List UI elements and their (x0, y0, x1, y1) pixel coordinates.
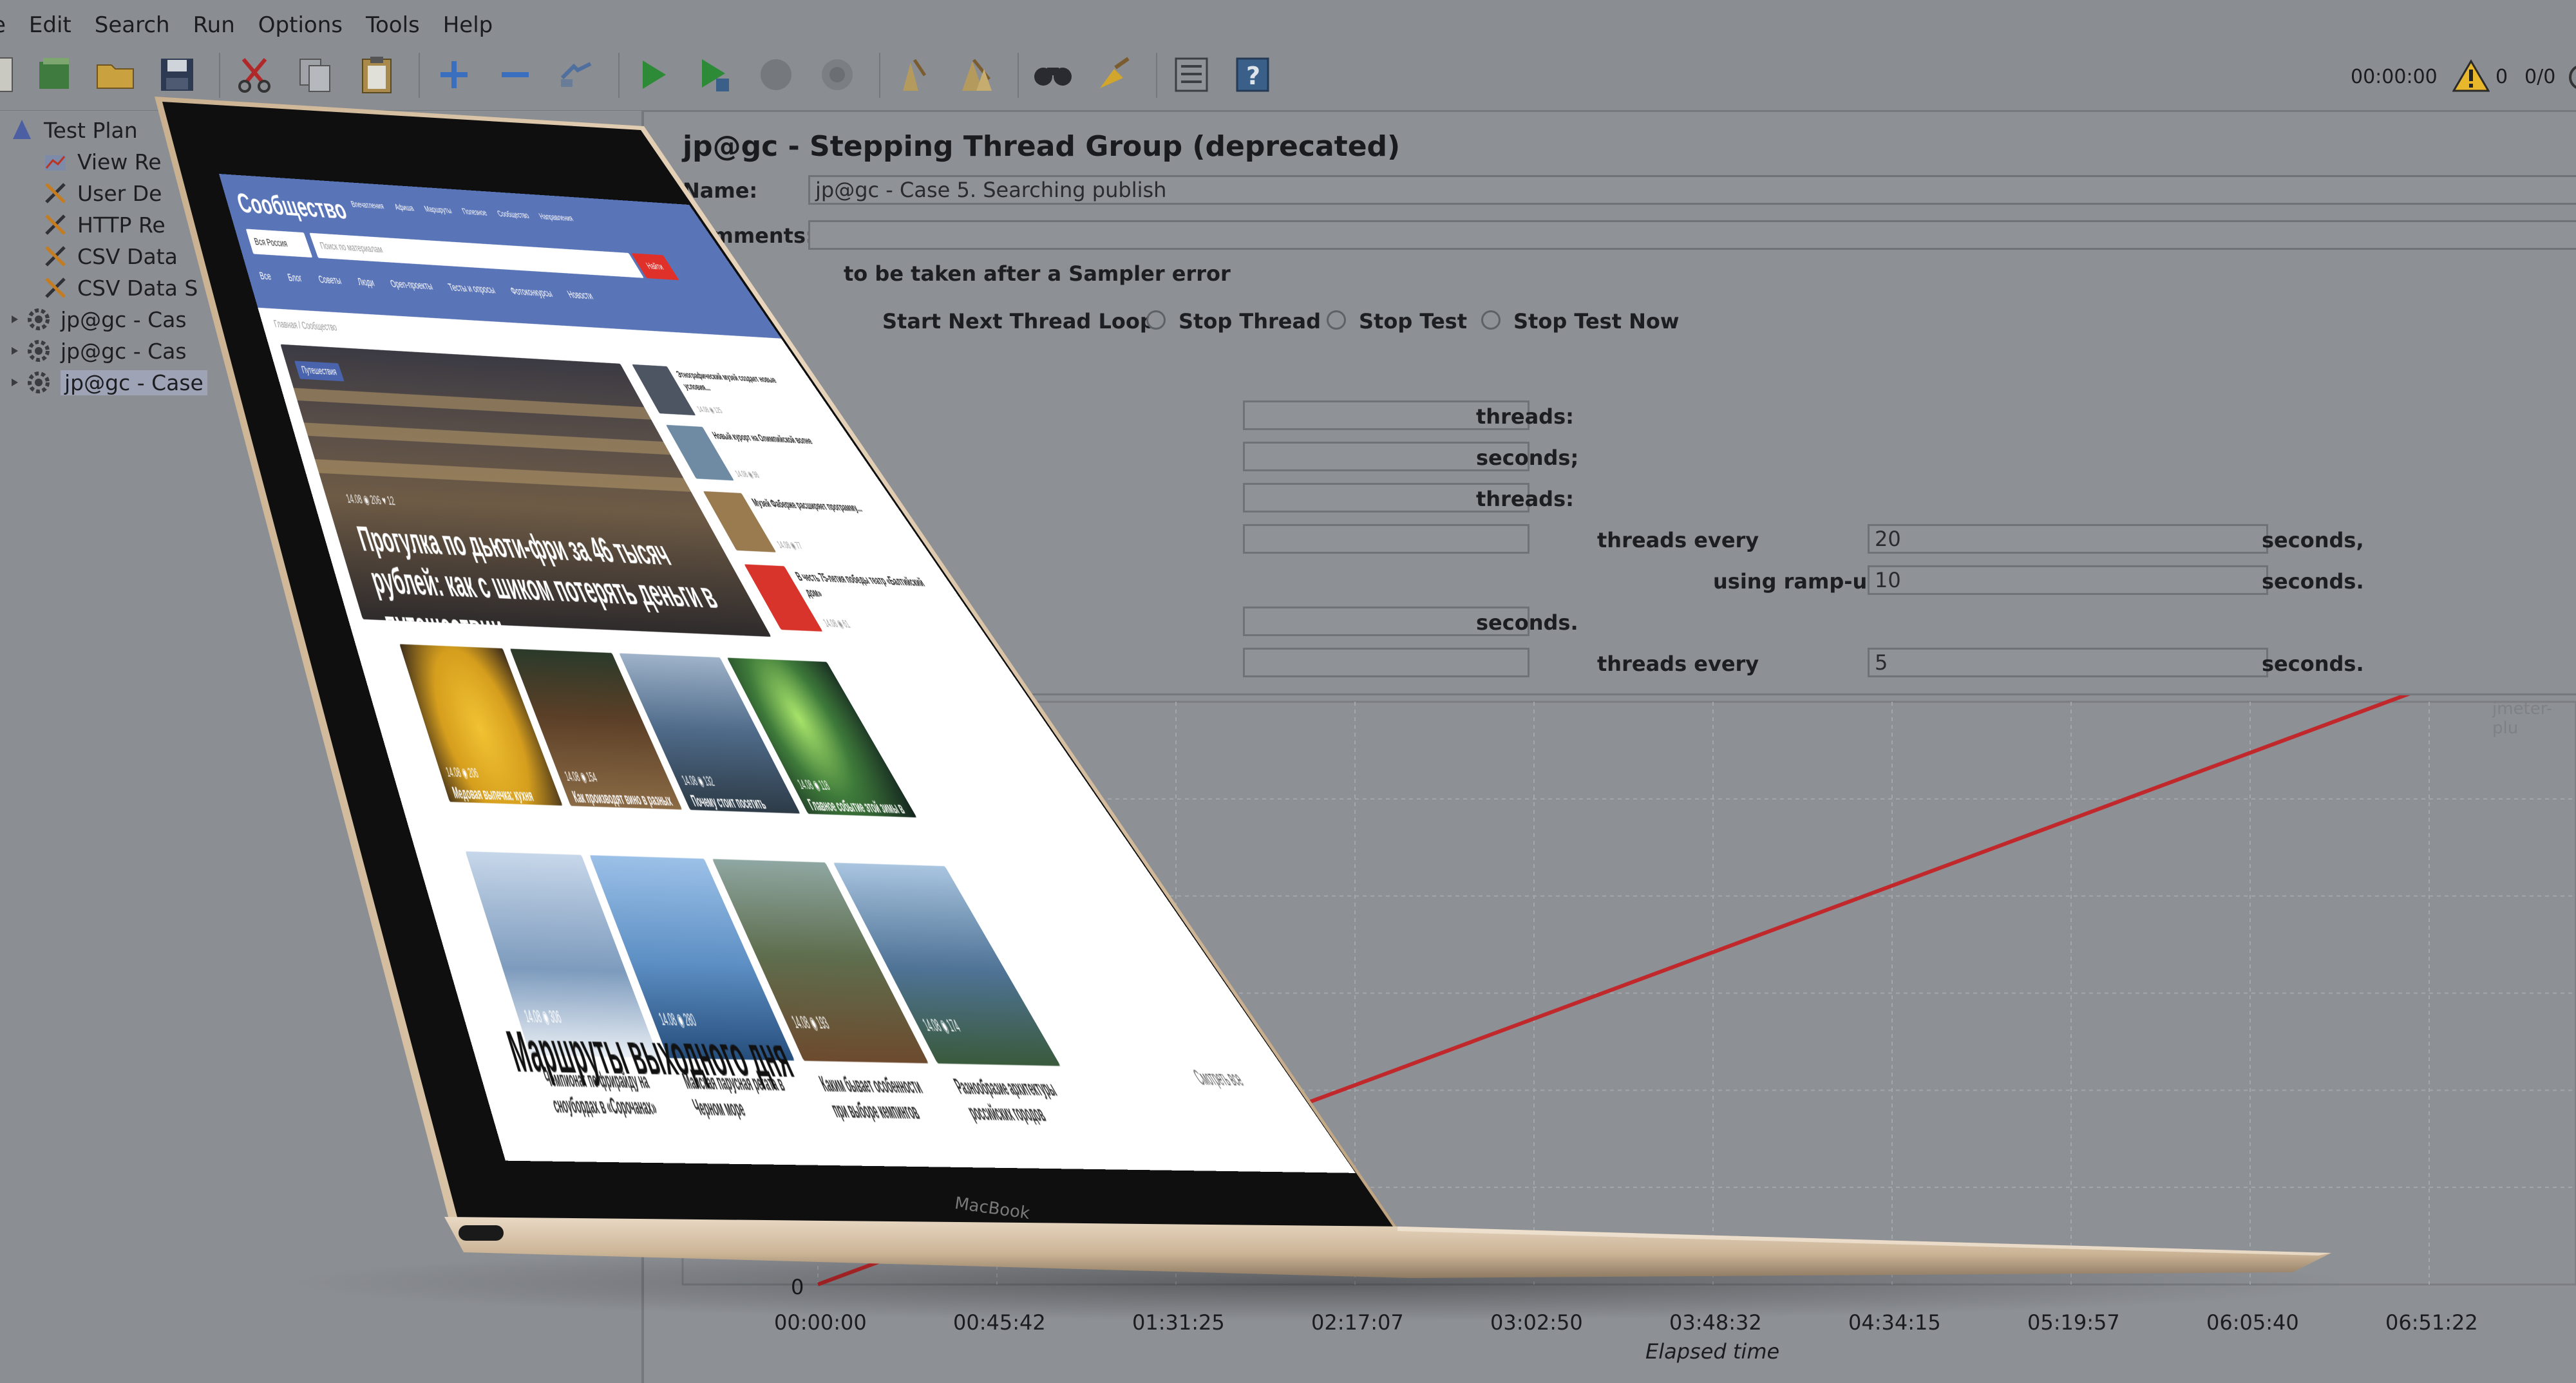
cat-news[interactable]: Новости (565, 288, 595, 302)
site-nav-afisha[interactable]: Афиша (393, 203, 416, 214)
site-nav-useful[interactable]: Полезное (460, 207, 489, 218)
site-breadcrumb[interactable]: Главная / Сообщество (272, 319, 339, 334)
hero-badge[interactable]: Путешествия (294, 361, 345, 381)
side-news-item[interactable]: Новый курорт на Олимпийской волне 14.08 … (666, 425, 876, 494)
cat-all[interactable]: Все (258, 270, 273, 283)
site-logo[interactable]: Сообщество (233, 187, 351, 225)
cat-tips[interactable]: Советы (317, 273, 343, 287)
hero-meta: 14.08 ◉ 206 ♥ 12 (345, 492, 397, 508)
cat-people[interactable]: Люди (355, 276, 376, 289)
site-nav-impressions[interactable]: Впечатления (350, 200, 386, 211)
region-select[interactable]: Вся Россия (246, 229, 313, 258)
side-news: Этнографический музей создает новые усло… (632, 364, 794, 373)
side-news-item[interactable]: Этнографический музей создает новые усло… (632, 364, 831, 428)
section-heading: Маршруты выходного дня (500, 1018, 802, 1091)
see-all-link[interactable]: Смотреть все (1191, 1069, 1249, 1092)
site-nav-directions[interactable]: Направления (538, 212, 576, 223)
site-nav-routes[interactable]: Маршруты (423, 205, 454, 216)
cat-photo-contests[interactable]: Фотоконкурсы (508, 285, 555, 299)
cat-tests[interactable]: Тесты и опросы (446, 281, 497, 296)
site-nav-community[interactable]: Сообщество (496, 209, 531, 221)
site-nav: Впечатления Афиша Маршруты Полезное Сооб… (350, 200, 575, 223)
cat-blog[interactable]: Блог (286, 271, 303, 284)
laptop-mockup: MacBook Сообщество Впечатления Афиша Мар… (0, 0, 2576, 1383)
site-search-input[interactable]: Поиск по материалам (309, 233, 644, 278)
side-news-item[interactable]: Музей Фаберже расширяет программу... 14.… (703, 491, 925, 566)
site-categories: Все Блог Советы Люди Open-проекты Тесты … (258, 270, 596, 302)
hero-title[interactable]: Прогулка по дьюти-фри за 46 тысяч рублей… (353, 519, 757, 637)
cat-open-projects[interactable]: Open-проекты (388, 278, 435, 292)
side-news-item[interactable]: В честь 75-летия победы театр «Балтийски… (744, 564, 980, 645)
